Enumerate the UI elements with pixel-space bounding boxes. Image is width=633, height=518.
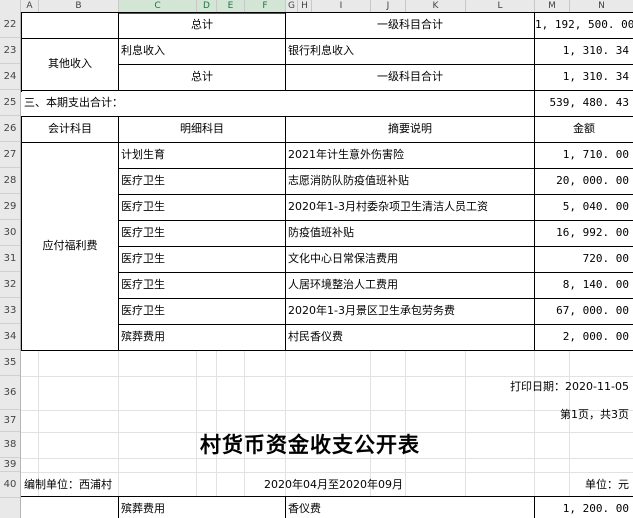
- row-header-25[interactable]: 25: [0, 90, 20, 116]
- amount-cell: 720. 00: [582, 252, 629, 265]
- detail-cell: 医疗卫生: [121, 174, 165, 187]
- row-header-bar: 22 23 24 25 26 27 28 29 30 31 32 33 34 3…: [0, 12, 21, 518]
- report-period: 2020年04月至2020年09月: [264, 478, 403, 491]
- row-header-27[interactable]: 27: [0, 142, 20, 168]
- row-header-38[interactable]: 38: [0, 432, 20, 458]
- row-header-24[interactable]: 24: [0, 64, 20, 90]
- expense-total-amount: 539, 480. 43: [549, 96, 629, 109]
- row-header-26[interactable]: 26: [0, 116, 20, 142]
- summary-cell: 2020年1-3月村委杂项卫生清洁人员工资: [288, 200, 488, 213]
- summary-cell: 人居环境整治人工费用: [288, 278, 398, 291]
- header-account: 会计科目: [48, 122, 92, 135]
- summary-cell: 防疫值班补贴: [288, 226, 354, 239]
- amount-cell: 20, 000. 00: [556, 174, 629, 187]
- summary-cell: 一级科目合计: [377, 70, 443, 83]
- account-group-other-income: 其他收入: [48, 57, 92, 70]
- row-header-40[interactable]: 40: [0, 472, 20, 498]
- col-header-k[interactable]: K: [406, 0, 466, 12]
- summary-cell: 2020年1-3月景区卫生承包劳务费: [288, 304, 455, 317]
- detail-cell: 医疗卫生: [121, 226, 165, 239]
- summary-cell: 香仪费: [288, 502, 321, 515]
- row-header-33[interactable]: 33: [0, 298, 20, 324]
- header-summary: 摘要说明: [388, 122, 432, 135]
- col-header-i[interactable]: I: [312, 0, 371, 12]
- summary-cell: 一级科目合计: [377, 18, 443, 31]
- row-header-32[interactable]: 32: [0, 272, 20, 298]
- amount-cell: 1, 710. 00: [562, 148, 629, 161]
- detail-cell: 医疗卫生: [121, 278, 165, 291]
- expense-total-label: 三、本期支出合计：: [24, 96, 123, 109]
- currency-unit: 单位：元: [585, 478, 629, 491]
- account-group-payable-welfare: 应付福利费: [42, 239, 98, 252]
- amount-cell: 8, 140. 00: [562, 278, 629, 291]
- compiling-unit: 编制单位：西浦村: [24, 478, 112, 491]
- row-header-37[interactable]: 37: [0, 410, 20, 432]
- page-info: 第1页，共3页: [560, 408, 629, 421]
- total-label: 总计: [191, 18, 213, 31]
- row-header-35[interactable]: 35: [0, 350, 20, 376]
- row-header-39[interactable]: 39: [0, 458, 20, 472]
- summary-cell: 2021年计生意外伤害险: [288, 148, 404, 161]
- row-header-34[interactable]: 34: [0, 324, 20, 350]
- header-detail: 明细科目: [180, 122, 224, 135]
- col-header-g[interactable]: G: [286, 0, 298, 12]
- print-date: 打印日期：2020-11-05: [510, 380, 629, 393]
- row-header-31[interactable]: 31: [0, 246, 20, 272]
- summary-cell: 文化中心日常保洁费用: [288, 252, 398, 265]
- detail-cell: 计划生育: [121, 148, 165, 161]
- col-header-j[interactable]: J: [371, 0, 406, 12]
- summary-cell: 银行利息收入: [288, 44, 354, 57]
- amount-cell: 1, 310. 34: [562, 44, 629, 57]
- col-header-a[interactable]: A: [21, 0, 39, 12]
- col-header-m[interactable]: M: [535, 0, 570, 12]
- row-header-28[interactable]: 28: [0, 168, 20, 194]
- col-header-h[interactable]: H: [298, 0, 312, 12]
- spreadsheet: A B C D E F G H I J K L M N 22 23 24 25 …: [0, 0, 633, 518]
- amount-cell: 5, 040. 00: [562, 200, 629, 213]
- select-all-corner[interactable]: [0, 0, 21, 12]
- detail-cell: 医疗卫生: [121, 304, 165, 317]
- col-header-b[interactable]: B: [39, 0, 119, 12]
- row-header-36[interactable]: 36: [0, 376, 20, 410]
- amount-cell: 1, 310. 34: [562, 70, 629, 83]
- detail-cell: 医疗卫生: [121, 252, 165, 265]
- col-header-l[interactable]: L: [466, 0, 535, 12]
- amount-cell: 2, 000. 00: [562, 330, 629, 343]
- amount-cell: 1, 192, 500. 00: [535, 18, 633, 31]
- report-title: 村货币资金收支公开表: [200, 432, 420, 457]
- detail-cell: 医疗卫生: [121, 200, 165, 213]
- total-label: 总计: [191, 70, 213, 83]
- row-header-30[interactable]: 30: [0, 220, 20, 246]
- summary-cell: 志愿消防队防疫值班补贴: [288, 174, 409, 187]
- header-amount: 金额: [573, 122, 595, 135]
- row-header-22[interactable]: 22: [0, 12, 20, 38]
- detail-cell: 殡葬费用: [121, 330, 165, 343]
- detail-cell: 殡葬费用: [121, 502, 165, 515]
- row-header-23[interactable]: 23: [0, 38, 20, 64]
- summary-cell: 村民香仪费: [288, 330, 343, 343]
- detail-cell: 利息收入: [121, 44, 165, 57]
- amount-cell: 16, 992. 00: [556, 226, 629, 239]
- amount-cell: 67, 000. 00: [556, 304, 629, 317]
- row-header-29[interactable]: 29: [0, 194, 20, 220]
- amount-cell: 1, 200. 00: [562, 502, 629, 515]
- col-header-n[interactable]: N: [570, 0, 633, 12]
